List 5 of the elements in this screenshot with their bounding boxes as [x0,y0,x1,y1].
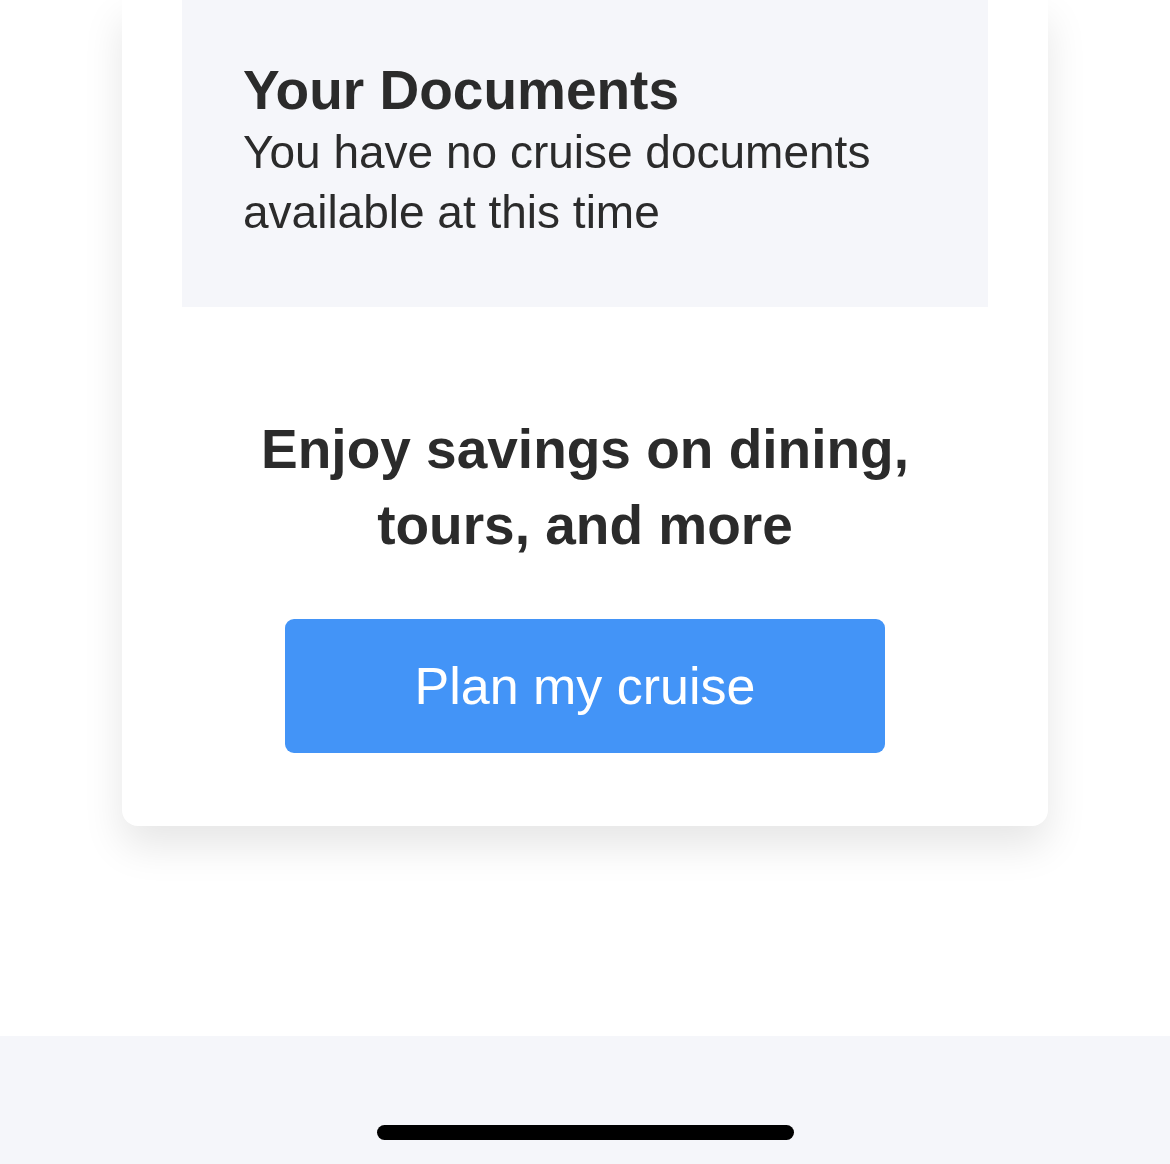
home-indicator[interactable] [376,1125,794,1140]
promo-heading: Enjoy savings on dining, tours, and more [260,417,910,558]
plan-cruise-button[interactable]: Plan my cruise [285,619,885,753]
documents-title: Your Documents [243,58,680,122]
documents-message: You have no cruise documents available at this time [243,125,872,240]
